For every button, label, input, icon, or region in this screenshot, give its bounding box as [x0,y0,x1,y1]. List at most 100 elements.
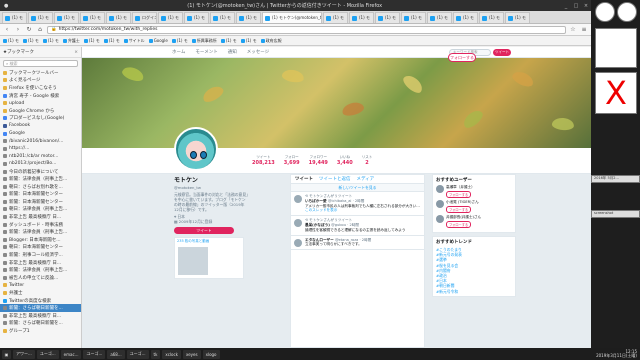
tweet-avatar[interactable] [294,195,302,203]
bookmark-tree-item[interactable]: 新聞：法律会員（刑事上告... [0,266,81,274]
menu-launcher-icon[interactable]: ▣ [2,349,11,359]
follow-button[interactable]: フォローする [448,53,476,62]
bookmark-tree-item[interactable]: 朝日：法律会員（刑事上告... [0,206,81,214]
close-icon[interactable]: × [581,3,591,9]
browser-tab-active[interactable]: (1) モトケン(@motoken_tw)さん [262,12,322,23]
bookmark-tree-item[interactable]: 新聞：法律会員（刑事上告... [0,175,81,183]
compose-tweet-button[interactable]: ツイート [493,49,511,56]
bookmark-tree-item[interactable]: 弁護士 [0,289,81,297]
browser-tab[interactable]: (1) モ [54,12,79,23]
tweet-avatar[interactable] [294,238,302,247]
bookmark-tree-item[interactable]: upload [0,99,81,107]
menu-icon[interactable]: ≡ [580,26,588,34]
bookmark-item[interactable]: (1) モ [171,38,188,44]
trend-item[interactable]: #新元号令和 [436,289,512,294]
media-thumbnail[interactable] [178,247,208,275]
bookmark-tree-item[interactable]: https://... [0,145,81,153]
bookmark-item[interactable]: Google [148,38,168,43]
bookmark-tree-item[interactable]: 朝日：日本海新聞センター [0,244,81,252]
follow-user-button[interactable]: フォローする [446,191,472,198]
browser-tab[interactable]: (1) モ [184,12,209,23]
browser-tab[interactable]: (1) モ [427,12,452,23]
user-avatar[interactable] [436,185,444,193]
browser-tab[interactable]: (1) モ [505,12,530,23]
bookmark-tree-item[interactable]: Twitter [0,282,81,290]
profile-handle[interactable]: @motoken_tw [174,185,249,190]
bookmark-star-icon[interactable]: ☆ [569,26,577,34]
bookmark-item[interactable]: (1) モ [42,38,59,44]
new-tweets-bar[interactable]: 新しいツイートを見る [291,184,424,192]
avatar[interactable] [174,127,218,171]
taskbar-item[interactable]: xlogo [202,349,220,359]
browser-tab[interactable]: ログイン [132,12,157,23]
bookmark-tree-item[interactable]: Google [0,130,81,138]
suggested-user[interactable]: 高瀬章（弁護士） フォローする [436,185,512,198]
bookmark-tree-item[interactable]: ntb201:/cb/ar motor... [0,153,81,161]
bookmark-tree-item[interactable]: Blogger: 日本海新聞セ... [0,236,81,244]
forward-icon[interactable]: › [14,26,22,34]
bookmark-tree-item[interactable]: よく見るページ [0,77,81,85]
stat-フォロー[interactable]: フォロー 3,699 [284,155,300,166]
tweet-to-button[interactable]: ツイート [174,227,234,234]
bookmark-tree-item[interactable]: Twitterの高度な検索 [0,297,81,305]
taskbar-item[interactable]: emac... [60,349,82,359]
media-box[interactable]: 235 枚の写真と動画 [174,237,244,279]
bookmark-tree-item[interactable]: ブックマークツールバー [0,69,81,77]
browser-tab[interactable]: (1) モ [28,12,53,23]
reload-icon[interactable]: ↻ [25,26,33,34]
browser-tab[interactable]: (1) モ [479,12,504,23]
browser-tab[interactable]: (1) モ [375,12,400,23]
bookmark-item[interactable]: (1) モ [3,38,19,44]
maximize-icon[interactable]: □ [571,3,581,9]
nav-notifications[interactable]: 通知 [228,49,237,55]
minimize-icon[interactable]: _ [561,3,571,9]
bookmark-item[interactable]: (1) モ [220,38,237,44]
home-icon[interactable]: ⌂ [36,26,44,34]
tweet[interactable]: ⟲ モトケンさんがリツイート 愚呆(かなぼう) @gubou · 2時間 論理性を客… [291,216,424,236]
taskbar-item[interactable]: a68... [107,349,125,359]
nav-home[interactable]: ホーム [172,49,185,55]
bookmark-tree-item[interactable]: nb2013:/project/Bo... [0,160,81,168]
stat-ツイート[interactable]: ツイート 208,213 [252,155,275,166]
tab-2[interactable]: メディア [357,176,375,182]
taskbar-item[interactable]: xclock [162,349,181,359]
browser-tab[interactable]: (1) モ [236,12,261,23]
title-bar[interactable]: ● (1) モトケン(@motoken_tw)さん | Twitterからの返信… [0,0,591,11]
taskbar-item[interactable]: ユーゴ... [83,349,106,359]
bookmark-tree-item[interactable]: 新聞：法律会員（刑事上告... [0,228,81,236]
browser-tab[interactable]: (1) モ [401,12,426,23]
suggested-user[interactable]: 小池晃 (TIGER)さん フォローする [436,200,512,213]
bookmark-item[interactable]: (1) モ [22,38,39,44]
bookmark-tree-item[interactable]: 非常上告 最高検察庁 日... [0,213,81,221]
user-avatar[interactable] [436,215,444,223]
bookmark-tree-item[interactable]: グループ1 [0,327,81,335]
follow-user-button[interactable]: フォローする [446,221,472,228]
browser-tab[interactable]: (1) モ [349,12,374,23]
clock[interactable]: 12:15 2019年3月11日(土曜) [596,349,640,359]
bookmark-tree-item[interactable]: プロダービスなし(Google) [0,115,81,123]
bookmark-tree-item[interactable]: 新聞：さらば朝日新聞を... [0,304,81,312]
bookmark-tree-item[interactable]: 被告人の申立てに反論... [0,274,81,282]
url-bar[interactable]: 🔒 https://twitter.com/motoken_tw/with_rep… [47,25,566,34]
tab-0[interactable]: ツイート [295,176,313,182]
browser-tab[interactable]: (1) モ [80,12,105,23]
bookmark-item[interactable]: (1) モ [83,38,100,44]
bookmark-tree-item[interactable]: Firefox を使いこなそう [0,84,81,92]
browser-tab[interactable]: (1) モ [158,12,183,23]
taskbar-item[interactable]: tk [150,349,161,359]
taskbar-item[interactable]: ユーゴ... [126,349,149,359]
taskbar-item[interactable]: ユーゴ... [36,349,59,359]
bookmark-tree-item[interactable]: 新聞：刑事コール経済学... [0,251,81,259]
tweet[interactable]: ⟲ モトケンさんがリツイート いちばかー愛 @ichibaka_ai · 2時間ア… [291,192,424,217]
bookmark-item[interactable]: (1) モ [240,38,257,44]
bookmark-tree-item[interactable]: 新聞：日本海新聞センター [0,191,81,199]
bookmark-tree-item[interactable]: Google Chrome から [0,107,81,115]
stat-リスト[interactable]: リスト 2 [362,155,373,166]
sidebar-header[interactable]: ★ ブックマーク × [0,47,81,58]
nav-moments[interactable]: モーメント [195,49,217,55]
stat-いいね[interactable]: いいね 3,440 [337,155,353,166]
sidebar-search-input[interactable]: ⌕ 検索 [3,60,78,67]
bookmark-item[interactable]: 政府広報 [260,38,282,44]
bookmark-tree-item[interactable]: 今日の新着記事について [0,168,81,176]
bookmark-tree-item[interactable]: Facebook [0,122,81,130]
